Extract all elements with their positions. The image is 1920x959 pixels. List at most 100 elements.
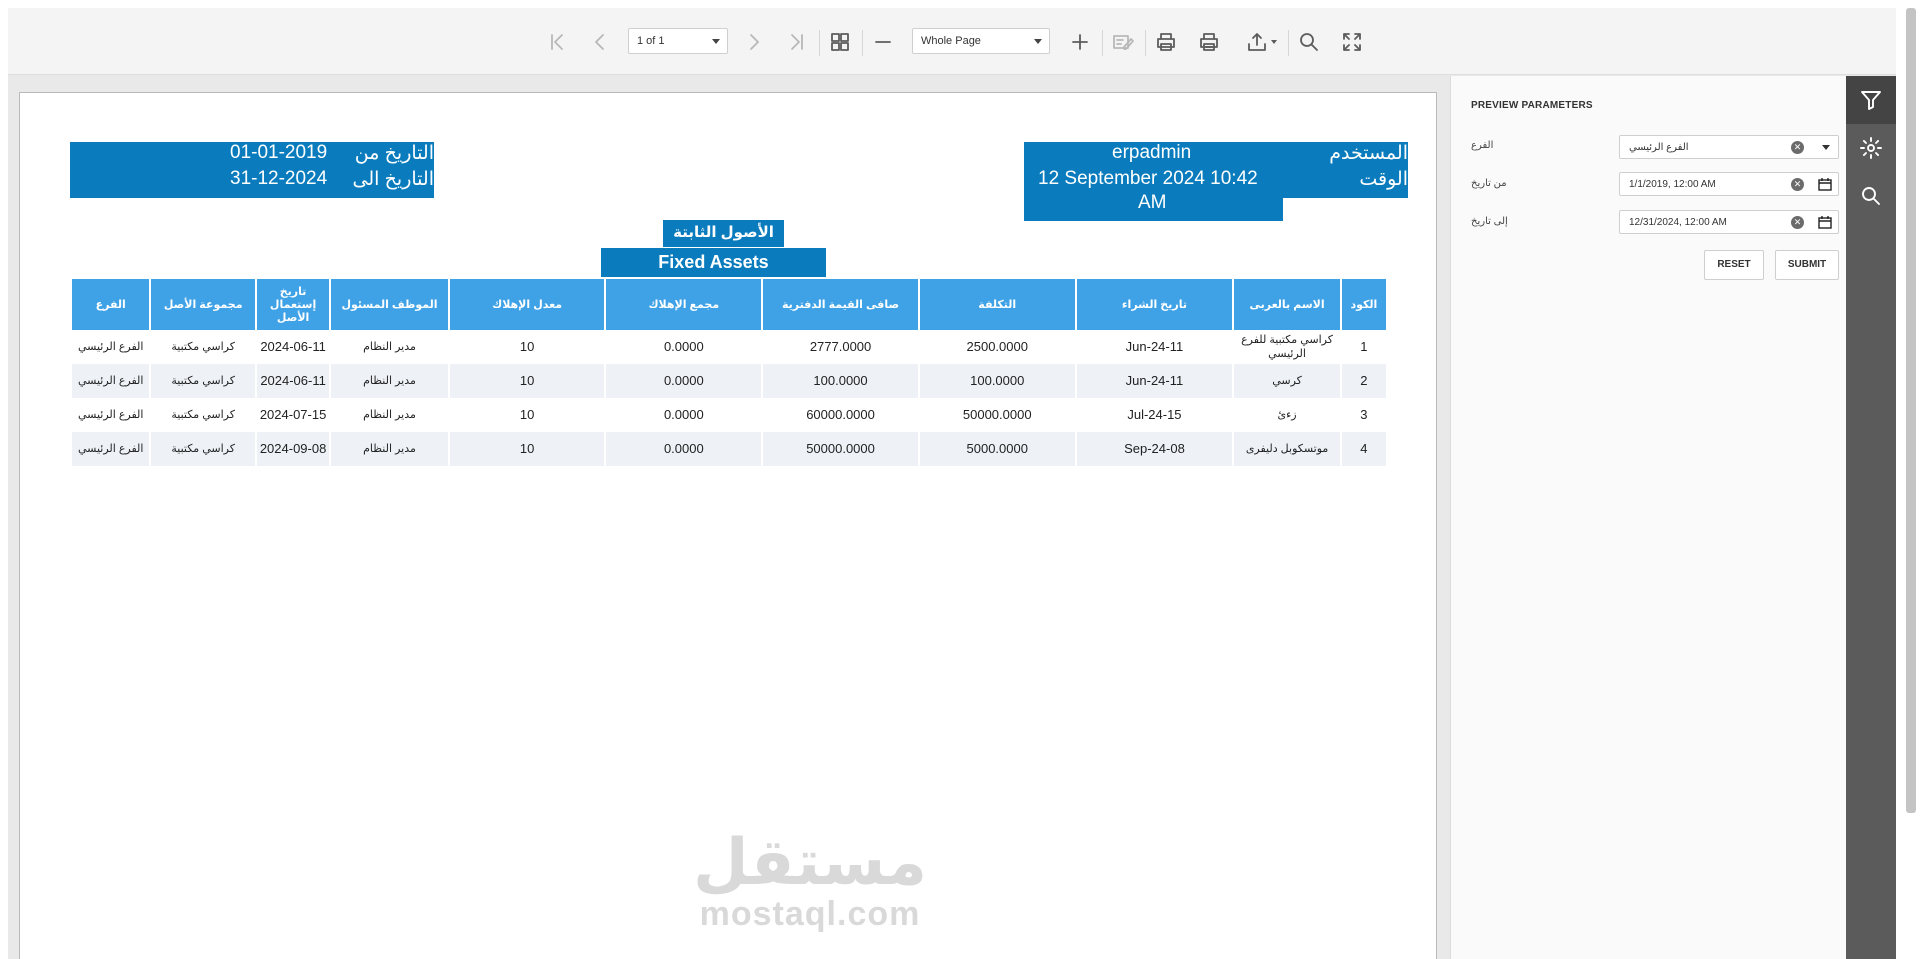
cell-purchase-date: Sep-24-08 [1076, 432, 1233, 466]
cell-depreciation-rate: 10 [449, 432, 605, 466]
zoom-out-icon[interactable] [866, 27, 900, 57]
user-time-labels: المستخدم الوقت [1283, 142, 1408, 198]
col-cost: التكلفة [919, 279, 1075, 330]
gear-icon[interactable] [1846, 124, 1896, 172]
submit-button[interactable]: SUBMIT [1775, 250, 1839, 280]
reset-button[interactable]: RESET [1704, 250, 1764, 280]
toolbar-divider [1102, 30, 1103, 56]
cell-responsible-employee: مدير النظام [363, 409, 416, 421]
cell-asset-group: كراسي مكتبية [171, 409, 235, 421]
cell-net-book-value: 60000.0000 [806, 407, 875, 422]
chevron-down-icon [1271, 40, 1277, 44]
cell-asset-group: كراسي مكتبية [151, 432, 255, 466]
from-date-value: 1/1/2019, 12:00 AM [1629, 179, 1716, 190]
cell-branch: الفرع الرئيسي [77, 341, 144, 353]
page-selector-value: 1 of 1 [637, 35, 665, 47]
cell-net-book-value: 100.0000 [763, 364, 918, 398]
multipage-icon[interactable] [823, 27, 857, 57]
cell-responsible-employee: مدير النظام [331, 364, 448, 398]
user-value: erpadmin [1112, 142, 1192, 163]
clear-icon[interactable]: ✕ [1791, 141, 1804, 154]
print-icon[interactable] [1149, 27, 1183, 57]
col-code: الكود [1341, 279, 1386, 330]
first-page-icon[interactable] [540, 27, 574, 57]
cell-arabic-name: كرسي [1234, 364, 1340, 398]
cell-accumulated-depreciation: 0.0000 [663, 339, 704, 354]
date-from-label: التاريخ من [354, 143, 434, 164]
toolbar-divider [862, 30, 863, 56]
col-net-book-value: صافى القيمة الدفترية [763, 279, 918, 330]
cell-purchase-date: Jul-24-15 [1127, 407, 1182, 422]
last-page-icon[interactable] [780, 27, 814, 57]
clear-icon[interactable]: ✕ [1791, 178, 1804, 191]
from-date-input[interactable]: 1/1/2019, 12:00 AM ✕ [1619, 172, 1839, 196]
col-arabic-name: الاسم بالعربى [1234, 279, 1340, 330]
calendar-icon[interactable] [1817, 215, 1833, 230]
cell-code: 4 [1341, 432, 1386, 466]
edit-fields-icon[interactable] [1106, 27, 1140, 57]
cell-accumulated-depreciation: 0.0000 [663, 407, 704, 422]
col-branch: الفرع [72, 279, 150, 330]
to-date-input[interactable]: 12/31/2024, 12:00 AM ✕ [1619, 210, 1839, 234]
cell-asset-use-date: 2024-06-11 [260, 339, 326, 354]
report-title-english: Fixed Assets [601, 248, 826, 277]
page-selector[interactable]: 1 of 1 [628, 28, 728, 54]
zoom-selector[interactable]: Whole Page [912, 28, 1050, 54]
cell-cost: 2500.0000 [966, 339, 1028, 354]
cell-accumulated-depreciation: 0.0000 [606, 364, 762, 398]
chevron-down-icon [712, 39, 720, 44]
next-page-icon[interactable] [737, 27, 771, 57]
print-page-icon[interactable] [1192, 27, 1226, 57]
clear-icon[interactable]: ✕ [1791, 216, 1804, 229]
filter-icon[interactable] [1846, 76, 1896, 124]
branch-value: الفرع الرئيسي [1629, 142, 1689, 153]
date-to-label: التاريخ الى [352, 169, 434, 190]
cell-accumulated-depreciation: 0.0000 [606, 432, 762, 466]
cell-code: 3 [1360, 407, 1368, 422]
search-icon[interactable] [1292, 27, 1326, 57]
cell-responsible-employee: مدير النظام [363, 341, 416, 353]
cell-branch: الفرع الرئيسي [72, 432, 150, 466]
cell-asset-group: كراسي مكتبية [151, 364, 255, 398]
cell-asset-use-date: 2024-07-15 [259, 407, 327, 422]
fullscreen-icon[interactable] [1335, 27, 1369, 57]
time-label: الوقت [1359, 169, 1408, 190]
to-date-label: إلى تاريخ [1471, 216, 1508, 227]
cell-arabic-name: موتسكوبل دليفرى [1234, 432, 1340, 466]
preview-parameters-panel: PREVIEW PARAMETERS الفرع الفرع الرئيسي ✕… [1450, 76, 1846, 959]
toolbar: 1 of 1 Whole Page [8, 8, 1896, 75]
calendar-icon[interactable] [1817, 177, 1833, 192]
document-viewport[interactable]: التاريخ من 01-01-2019 التاريخ الى 31-12-… [8, 76, 1450, 959]
date-to-value: 31-12-2024 [230, 168, 328, 189]
prev-page-icon[interactable] [583, 27, 617, 57]
export-icon[interactable] [1239, 27, 1283, 57]
date-range-box: التاريخ من 01-01-2019 التاريخ الى 31-12-… [70, 142, 434, 198]
col-responsible-employee: الموظف المسئول [331, 279, 448, 330]
cell-arabic-name: كراسي مكتبية للفرع الرئيسي [1241, 334, 1333, 360]
report-title-arabic: الأصول الثابتة [663, 220, 784, 247]
search-icon[interactable] [1846, 172, 1896, 220]
cell-cost: 5000.0000 [919, 432, 1075, 466]
cell-responsible-employee: مدير النظام [331, 432, 448, 466]
table-row: 4 موتسكوبل دليفرى Sep-24-08 5000.0000 50… [72, 432, 1386, 466]
toolbar-divider [819, 30, 820, 56]
time-value-line2: AM [1138, 192, 1167, 213]
time-value-line1: 12 September 2024 10:42 [1038, 168, 1258, 189]
watermark-arabic: مستقل [692, 826, 928, 898]
branch-label: الفرع [1471, 140, 1494, 151]
chevron-down-icon[interactable] [1822, 145, 1830, 150]
report-viewer: 1 of 1 Whole Page التاريخ من 01-01-2019 … [8, 8, 1896, 959]
branch-select[interactable]: الفرع الرئيسي ✕ [1619, 135, 1839, 159]
date-from-value: 01-01-2019 [230, 142, 328, 163]
cell-depreciation-rate: 10 [449, 364, 605, 398]
watermark-logo: مستقل mostaql.com [680, 827, 940, 931]
user-label: المستخدم [1329, 143, 1408, 164]
cell-code: 2 [1341, 364, 1386, 398]
cell-code: 1 [1360, 339, 1368, 354]
scrollbar-thumb[interactable] [1906, 8, 1916, 813]
cell-depreciation-rate: 10 [519, 407, 535, 422]
zoom-in-icon[interactable] [1063, 27, 1097, 57]
toolbar-divider [1145, 30, 1146, 56]
col-asset-group: مجموعة الأصل [151, 279, 255, 330]
cell-asset-use-date: 2024-09-08 [256, 432, 330, 466]
